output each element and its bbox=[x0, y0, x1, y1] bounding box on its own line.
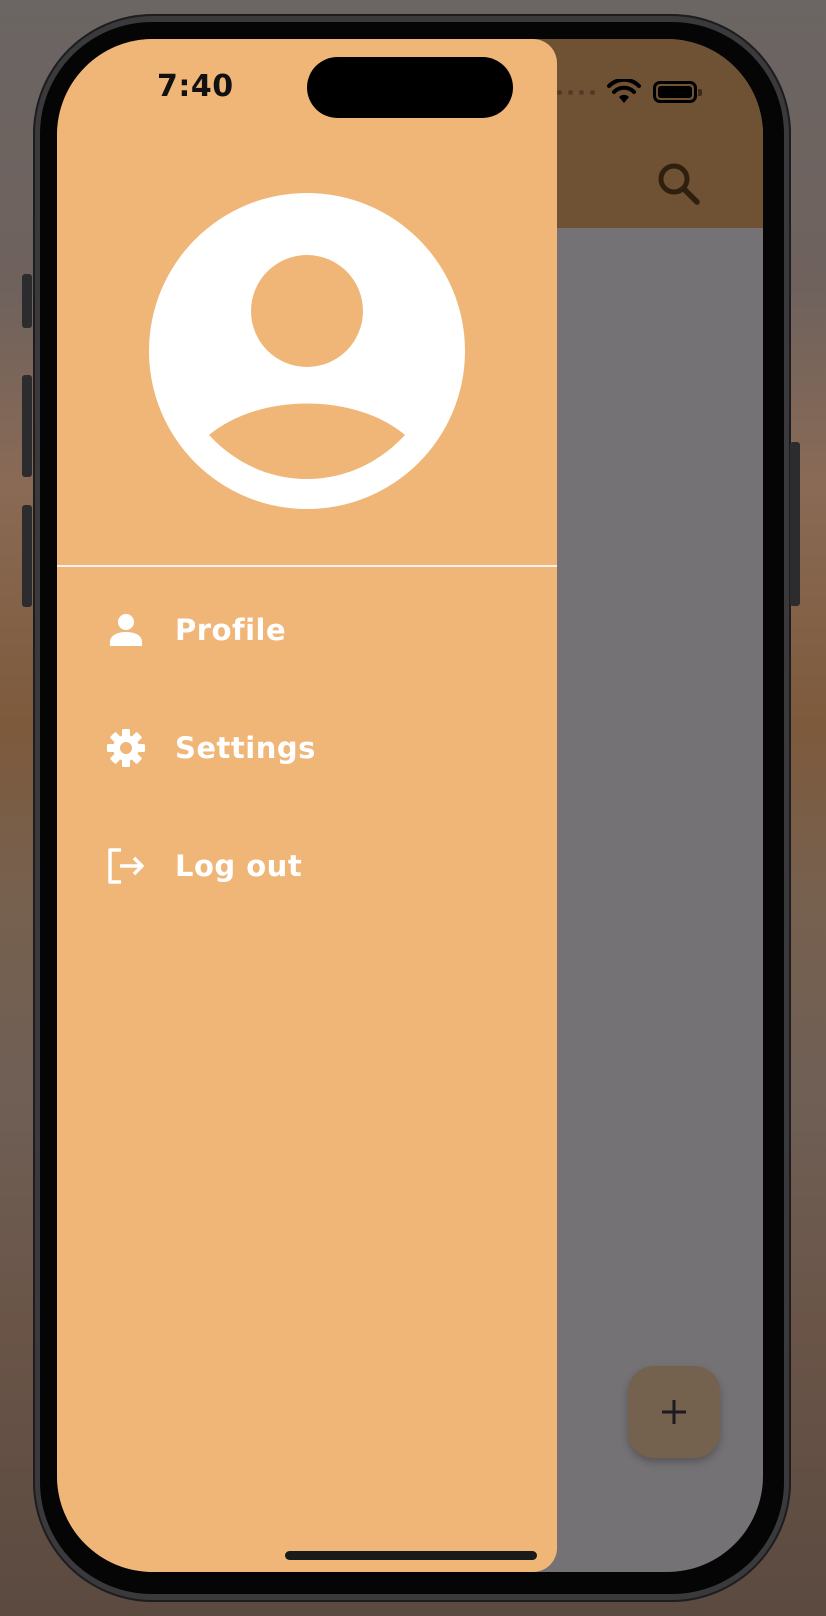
logout-icon bbox=[105, 845, 147, 887]
navigation-drawer: Profile Settings Log out bbox=[57, 39, 557, 1572]
person-icon bbox=[105, 609, 147, 651]
status-icons bbox=[557, 72, 702, 112]
drawer-item-profile[interactable]: Profile bbox=[57, 582, 557, 678]
drawer-item-label: Log out bbox=[175, 849, 303, 883]
action-button bbox=[22, 274, 32, 328]
drawer-header bbox=[57, 39, 557, 567]
home-indicator[interactable] bbox=[285, 1551, 537, 1560]
add-button[interactable] bbox=[628, 1366, 720, 1458]
gear-icon bbox=[105, 727, 147, 769]
plus-icon bbox=[662, 1400, 686, 1424]
drawer-item-label: Settings bbox=[175, 731, 316, 765]
wifi-icon bbox=[607, 79, 641, 103]
power-button bbox=[790, 442, 800, 606]
status-time: 7:40 bbox=[157, 69, 234, 104]
volume-down-button bbox=[22, 505, 32, 607]
battery-icon bbox=[653, 81, 702, 103]
search-button[interactable] bbox=[647, 152, 711, 216]
account-circle-icon bbox=[149, 193, 465, 509]
drawer-item-settings[interactable]: Settings bbox=[57, 700, 557, 796]
search-icon bbox=[658, 163, 700, 205]
dynamic-island bbox=[307, 57, 513, 118]
volume-up-button bbox=[22, 375, 32, 477]
drawer-item-label: Profile bbox=[175, 613, 287, 647]
screen: Profile Settings Log out 7:40 bbox=[57, 39, 763, 1572]
drawer-item-logout[interactable]: Log out bbox=[57, 818, 557, 914]
signal-icon bbox=[557, 89, 595, 95]
